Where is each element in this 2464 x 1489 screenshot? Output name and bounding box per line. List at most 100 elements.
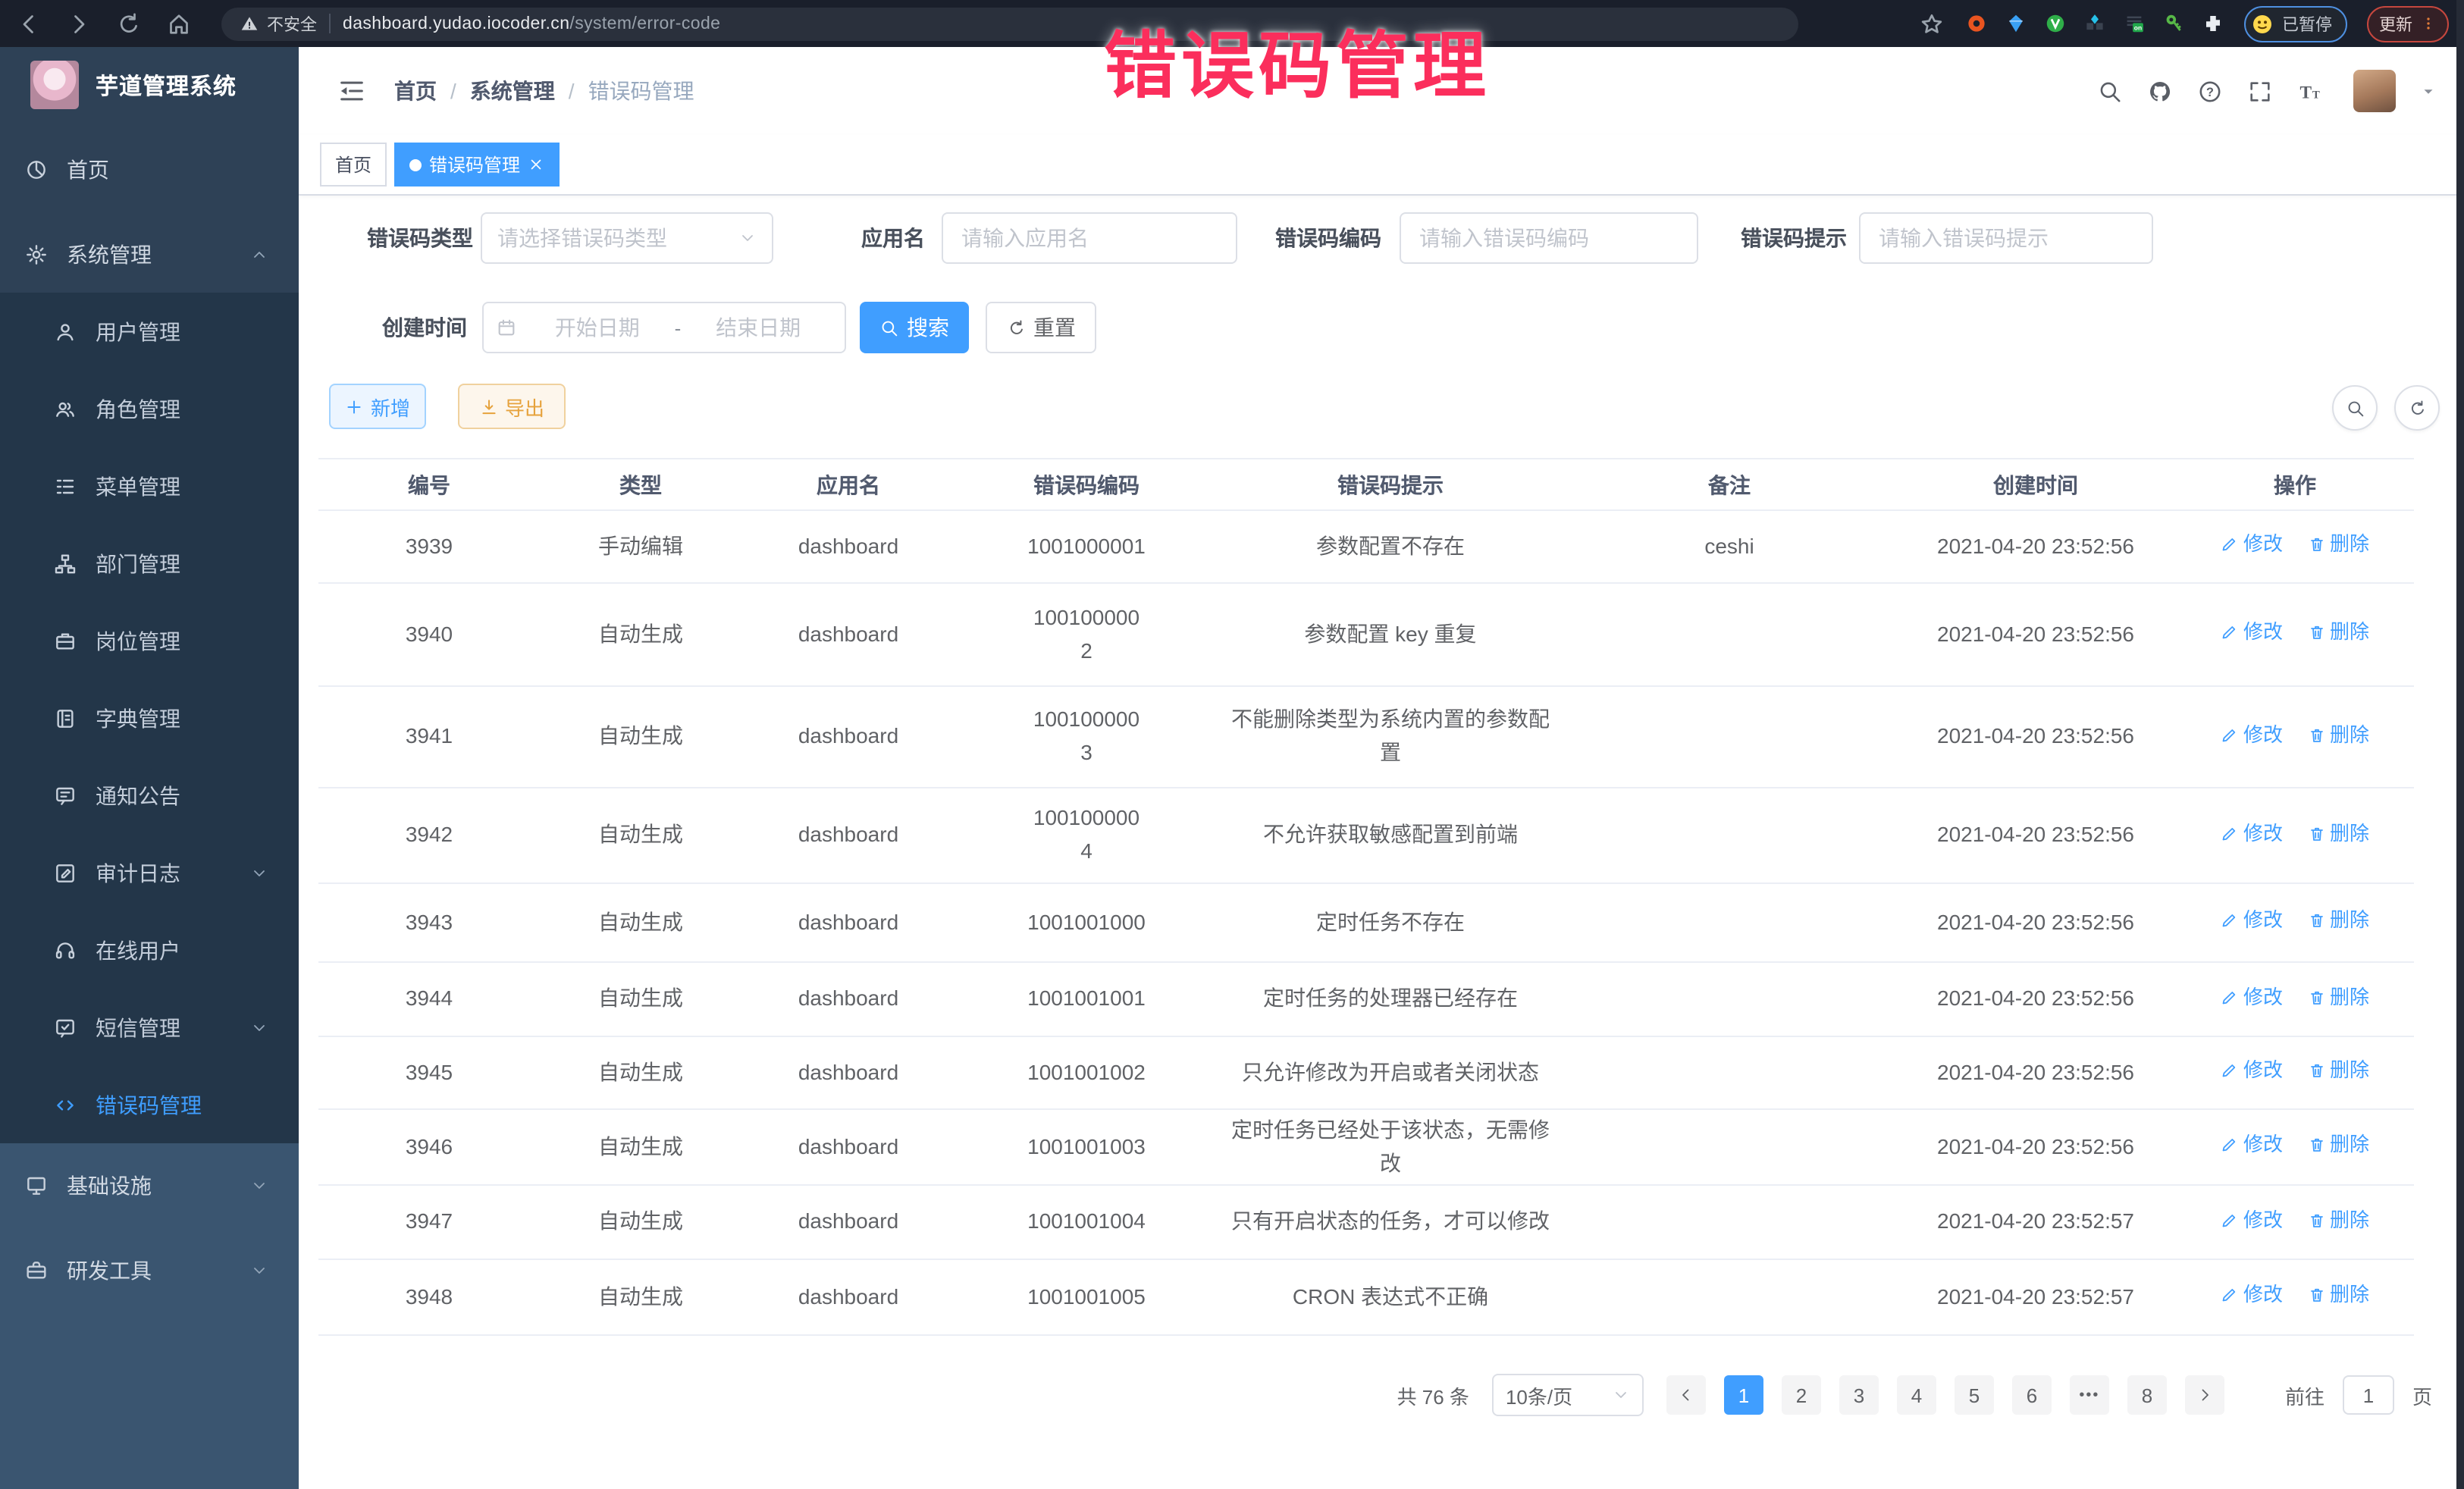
page-buttons: 123456 ••• 8 (1724, 1375, 2167, 1415)
filter-hint-input[interactable] (1876, 224, 2136, 252)
sidebar-item-角色管理[interactable]: 角色管理 (0, 370, 299, 447)
page-button-4[interactable]: 4 (1897, 1375, 1936, 1415)
edit-icon (2221, 911, 2239, 929)
sidebar-item-首页[interactable]: 首页 (0, 132, 299, 208)
search-button[interactable]: 搜索 (860, 302, 969, 353)
cell-actions: 修改删除 (2176, 1109, 2414, 1185)
sidebar-item-错误码管理[interactable]: 错误码管理 (0, 1066, 299, 1143)
font-size-icon[interactable]: TT (2297, 78, 2323, 104)
date-start-input[interactable] (523, 314, 672, 341)
caret-down-icon[interactable] (2420, 83, 2437, 99)
close-icon[interactable] (528, 156, 544, 173)
sidebar-item-研发工具[interactable]: 研发工具 (0, 1228, 299, 1313)
ext-v-icon[interactable] (2044, 12, 2067, 35)
sidebar-item-菜单管理[interactable]: 菜单管理 (0, 447, 299, 525)
reset-button[interactable]: 重置 (986, 302, 1096, 353)
add-button[interactable]: 新增 (329, 384, 426, 429)
toggle-search-button[interactable] (2332, 385, 2378, 431)
sidebar-item-用户管理[interactable]: 用户管理 (0, 293, 299, 370)
goto-page-input[interactable] (2343, 1375, 2394, 1415)
filter-code-input[interactable] (1416, 224, 1682, 252)
sidebar-item-字典管理[interactable]: 字典管理 (0, 679, 299, 757)
delete-link[interactable]: 删除 (2307, 617, 2369, 647)
delete-link[interactable]: 删除 (2307, 905, 2369, 936)
ext-gem-icon[interactable] (2005, 12, 2027, 35)
trash-icon (2307, 726, 2325, 744)
fullscreen-icon[interactable] (2247, 78, 2273, 104)
code-icon (53, 1092, 77, 1117)
sidebar-item-短信管理[interactable]: 短信管理 (0, 989, 299, 1066)
edit-link[interactable]: 修改 (2221, 1205, 2283, 1235)
ext-on-icon[interactable]: on (2123, 12, 2146, 35)
export-button[interactable]: 导出 (458, 384, 566, 429)
ext-donut-icon[interactable] (1965, 12, 1988, 35)
window-scrollbar[interactable] (2456, 0, 2464, 1489)
prev-page-button[interactable] (1666, 1375, 1706, 1415)
page-button-6[interactable]: 6 (2012, 1375, 2052, 1415)
sidebar-item-通知公告[interactable]: 通知公告 (0, 757, 299, 834)
chevron-down-icon (1612, 1386, 1630, 1404)
delete-link[interactable]: 删除 (2307, 1130, 2369, 1160)
delete-link[interactable]: 删除 (2307, 1055, 2369, 1086)
edit-link[interactable]: 修改 (2221, 529, 2283, 560)
search-icon[interactable] (2097, 78, 2123, 104)
sidebar-item-岗位管理[interactable]: 岗位管理 (0, 602, 299, 679)
filter-type-placeholder: 请选择错误码类型 (497, 223, 738, 253)
page-size-select[interactable]: 10条/页 (1492, 1374, 1644, 1416)
page-button-8[interactable]: 8 (2127, 1375, 2167, 1415)
delete-link[interactable]: 删除 (2307, 1280, 2369, 1310)
browser-menu-icon[interactable] (2420, 14, 2437, 33)
delete-link[interactable]: 删除 (2307, 818, 2369, 848)
filter-date-range[interactable]: - (482, 302, 846, 353)
edit-link[interactable]: 修改 (2221, 1280, 2283, 1310)
delete-link[interactable]: 删除 (2307, 1205, 2369, 1235)
edit-icon (2221, 1061, 2239, 1080)
more-pages-button[interactable]: ••• (2070, 1375, 2109, 1415)
edit-link[interactable]: 修改 (2221, 617, 2283, 647)
sidebar-collapse-icon[interactable] (337, 76, 367, 106)
sidebar-item-在线用户[interactable]: 在线用户 (0, 911, 299, 989)
github-icon[interactable] (2147, 78, 2173, 104)
sidebar-item-审计日志[interactable]: 审计日志 (0, 834, 299, 911)
browser-update-button[interactable]: 更新 (2367, 5, 2449, 42)
edit-link[interactable]: 修改 (2221, 818, 2283, 848)
filter-type-select[interactable]: 请选择错误码类型 (481, 212, 773, 264)
address-bar[interactable]: 不安全 dashboard.yudao.iocoder.cn/system/er… (221, 7, 1798, 40)
page-button-1[interactable]: 1 (1724, 1375, 1763, 1415)
browser-home-icon[interactable] (165, 10, 193, 37)
user-avatar[interactable] (2353, 70, 2396, 112)
edit-link[interactable]: 修改 (2221, 719, 2283, 750)
page-button-5[interactable]: 5 (1955, 1375, 1994, 1415)
bookmark-star-icon[interactable] (1918, 10, 1945, 37)
app-logo[interactable]: 芋道管理系统 (0, 47, 299, 123)
filter-app-input[interactable] (958, 224, 1221, 252)
edit-link[interactable]: 修改 (2221, 982, 2283, 1012)
edit-link[interactable]: 修改 (2221, 1130, 2283, 1160)
tab-错误码管理[interactable]: 错误码管理 (394, 143, 560, 187)
ext-puzzle-icon[interactable] (2202, 12, 2224, 35)
browser-forward-icon[interactable] (65, 10, 92, 37)
breadcrumb-item[interactable]: 首页 (394, 76, 437, 106)
page-button-3[interactable]: 3 (1839, 1375, 1879, 1415)
delete-link[interactable]: 删除 (2307, 719, 2369, 750)
sidebar-item-部门管理[interactable]: 部门管理 (0, 525, 299, 602)
browser-back-icon[interactable] (15, 10, 42, 37)
chevron-up-icon (250, 246, 268, 264)
page-button-2[interactable]: 2 (1782, 1375, 1821, 1415)
browser-reload-icon[interactable] (115, 10, 143, 37)
edit-link[interactable]: 修改 (2221, 905, 2283, 936)
sidebar-item-系统管理[interactable]: 系统管理 (0, 217, 299, 293)
delete-link[interactable]: 删除 (2307, 529, 2369, 560)
ext-key-icon[interactable] (2162, 12, 2185, 35)
next-page-button[interactable] (2185, 1375, 2224, 1415)
tab-首页[interactable]: 首页 (320, 143, 387, 187)
question-icon[interactable]: ? (2197, 78, 2223, 104)
browser-profile-badge[interactable]: 已暂停 (2244, 5, 2347, 42)
sidebar-item-基础设施[interactable]: 基础设施 (0, 1143, 299, 1228)
ext-squares-icon[interactable] (2083, 12, 2106, 35)
date-end-input[interactable] (684, 314, 832, 341)
delete-link[interactable]: 删除 (2307, 982, 2369, 1012)
refresh-table-button[interactable] (2394, 385, 2440, 431)
breadcrumb-item[interactable]: 系统管理 (470, 76, 555, 106)
edit-link[interactable]: 修改 (2221, 1055, 2283, 1086)
